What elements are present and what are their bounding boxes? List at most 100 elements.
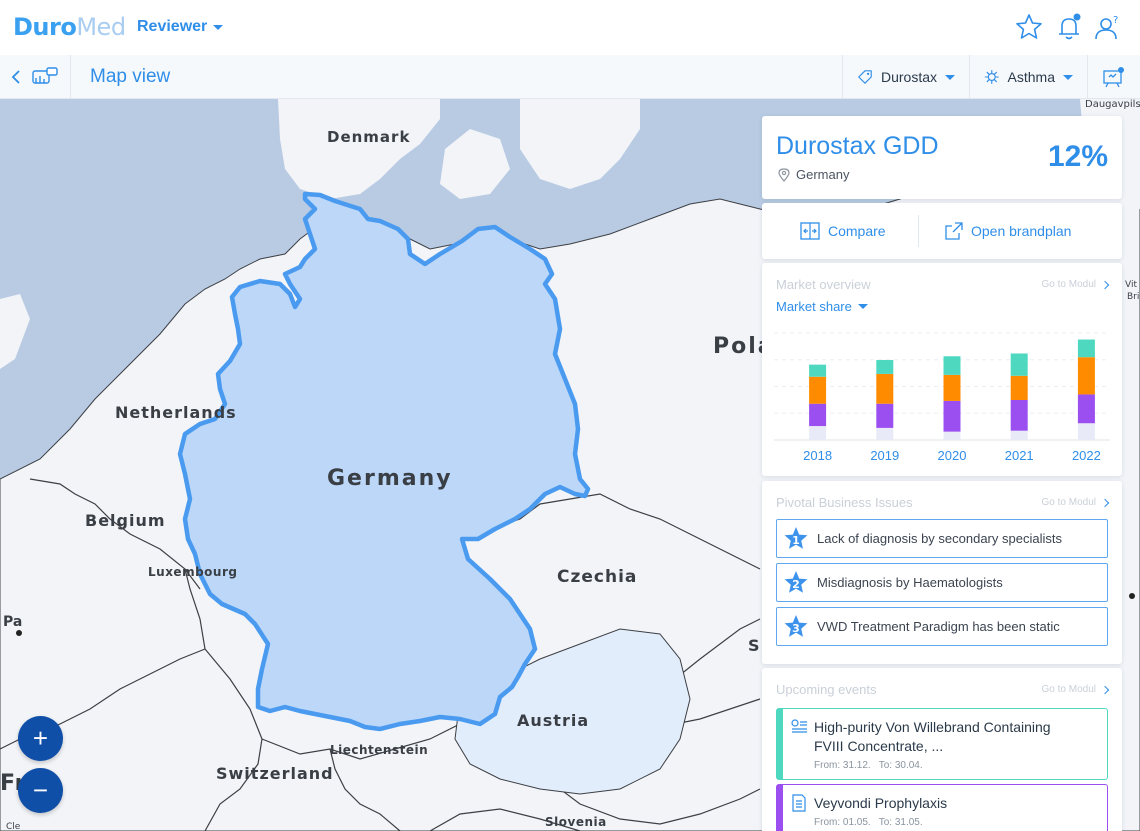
zoom-in-button[interactable]: +: [18, 716, 63, 761]
land-zealand: [440, 129, 510, 199]
star-number-icon: 2: [783, 570, 809, 596]
brand-percentage: 12%: [1047, 140, 1108, 173]
bar-segment-2019[interactable]: [876, 427, 894, 440]
role-label: Reviewer: [137, 18, 208, 35]
land-denmark: [278, 99, 440, 199]
bar-segment-2022[interactable]: [1077, 357, 1095, 395]
map-label-netherlands: Netherlands: [115, 403, 237, 422]
bar-segment-2021[interactable]: [1010, 353, 1028, 376]
map-label-belgium: Belgium: [85, 511, 166, 530]
bar-segment-2018[interactable]: [809, 403, 827, 427]
map-label-denmark: Denmark: [327, 128, 411, 146]
go-to-modul-link[interactable]: Go to Modul: [1042, 497, 1110, 508]
caret-down-icon: [1063, 74, 1073, 80]
bar-segment-2020[interactable]: [943, 400, 961, 432]
brand-location-label: Germany: [796, 167, 850, 182]
bar-segment-2022[interactable]: [1077, 394, 1095, 424]
app-logo[interactable]: DuroMed: [13, 13, 126, 41]
bar-segment-2021[interactable]: [1010, 375, 1028, 400]
land-sweden: [520, 99, 640, 189]
event-dates: From: 31.12. To: 30.04.: [814, 760, 923, 771]
map-label-czechia: Czechia: [557, 567, 638, 587]
x-tick-label: 2020: [938, 448, 967, 463]
city-dot: [1129, 593, 1135, 599]
upcoming-events-title: Upcoming events: [776, 682, 877, 697]
user-help-icon[interactable]: ?: [1093, 12, 1123, 42]
brand-name: Durostax GDD: [776, 132, 939, 160]
city-dot: [16, 630, 22, 636]
compare-label: Compare: [828, 223, 886, 239]
issue-item-2[interactable]: 2 Misdiagnosis by Haematologists: [776, 563, 1108, 602]
brand-filter-label: Durostax: [880, 69, 937, 85]
open-brandplan-label: Open brandplan: [971, 223, 1072, 239]
bell-icon[interactable]: [1054, 12, 1084, 42]
svg-text:1: 1: [792, 534, 800, 547]
event-from: From: 01.05.: [814, 817, 871, 828]
bar-segment-2018[interactable]: [809, 426, 827, 440]
indication-filter-label: Asthma: [1007, 69, 1055, 85]
issue-text: VWD Treatment Paradigm has been static: [817, 619, 1060, 634]
go-to-modul-link[interactable]: Go to Modul: [1042, 684, 1110, 695]
svg-text:3: 3: [792, 622, 800, 635]
brand-location: Germany: [778, 167, 849, 182]
bar-segment-2020[interactable]: [943, 374, 961, 401]
star-number-icon: 3: [783, 614, 809, 640]
compare-button[interactable]: Compare: [800, 203, 886, 259]
event-title: Veyvondi Prophylaxis: [814, 795, 948, 811]
bar-segment-2018[interactable]: [809, 364, 827, 377]
x-tick-label: 2018: [803, 448, 832, 463]
issue-text: Misdiagnosis by Haematologists: [817, 575, 1003, 590]
bar-segment-2018[interactable]: [809, 376, 827, 404]
open-brandplan-button[interactable]: Open brandplan: [945, 203, 1071, 259]
map-label-vit: Vit: [1125, 280, 1137, 290]
event-to: To: 30.04.: [878, 760, 923, 771]
bar-segment-2021[interactable]: [1010, 399, 1028, 431]
bar-segment-2020[interactable]: [943, 431, 961, 440]
map-label-switzerland: Switzerland: [216, 764, 334, 783]
bar-segment-2020[interactable]: [943, 356, 961, 375]
presentation-button[interactable]: [1087, 55, 1140, 99]
bar-segment-2021[interactable]: [1010, 430, 1028, 440]
bar-segment-2019[interactable]: [876, 359, 894, 374]
indication-filter-dropdown[interactable]: Asthma: [969, 55, 1087, 99]
divider: [70, 55, 71, 99]
location-pin-icon: [778, 167, 790, 182]
metric-label: Market share: [776, 299, 852, 314]
market-share-chart[interactable]: 2018 2019 2020 2021 2022: [762, 323, 1122, 473]
bar-segment-2022[interactable]: [1077, 339, 1095, 358]
star-icon[interactable]: [1014, 12, 1044, 42]
zoom-out-button[interactable]: −: [18, 768, 63, 813]
x-tick-label: 2021: [1005, 448, 1034, 463]
event-item-1[interactable]: High-purity Von Willebrand Containing FV…: [776, 708, 1108, 780]
chevron-right-icon: [1100, 685, 1110, 694]
map-label-liechtenstein: Liechtenstein: [330, 743, 429, 757]
map-mode-icon[interactable]: [31, 65, 59, 89]
brand-filter-dropdown[interactable]: Durostax: [842, 55, 969, 99]
map-label-s-edge: S: [748, 636, 761, 655]
metric-dropdown[interactable]: Market share: [776, 299, 868, 314]
page-title: Map view: [90, 66, 171, 87]
caret-down-icon: [945, 74, 955, 80]
land-uk: [0, 294, 30, 369]
virus-icon: [984, 70, 999, 84]
market-overview-title: Market overview: [776, 277, 871, 292]
external-link-icon: [945, 222, 963, 240]
event-dates: From: 01.05. To: 31.05.: [814, 817, 923, 828]
map-label-daugavpils: Daugavpils: [1085, 99, 1140, 110]
issue-item-3[interactable]: 3 VWD Treatment Paradigm has been static: [776, 607, 1108, 646]
event-title: High-purity Von Willebrand Containing FV…: [814, 719, 1051, 754]
top-header: DuroMed Reviewer ?: [0, 0, 1140, 55]
go-to-modul-link[interactable]: Go to Modul: [1042, 279, 1110, 290]
map-label-slovenia: Slovenia: [545, 815, 607, 829]
bar-segment-2022[interactable]: [1077, 423, 1095, 440]
event-list-icon: [791, 719, 807, 733]
role-dropdown[interactable]: Reviewer: [137, 18, 224, 36]
back-icon[interactable]: [9, 67, 23, 87]
bar-segment-2019[interactable]: [876, 403, 894, 428]
event-item-2[interactable]: Veyvondi Prophylaxis From: 01.05. To: 31…: [776, 784, 1108, 831]
divider: [918, 215, 919, 247]
issue-item-1[interactable]: 1 Lack of diagnosis by secondary special…: [776, 519, 1108, 558]
issue-text: Lack of diagnosis by secondary specialis…: [817, 531, 1062, 546]
bar-segment-2019[interactable]: [876, 373, 894, 404]
brand-card: Durostax GDD 12% Germany: [762, 116, 1122, 199]
